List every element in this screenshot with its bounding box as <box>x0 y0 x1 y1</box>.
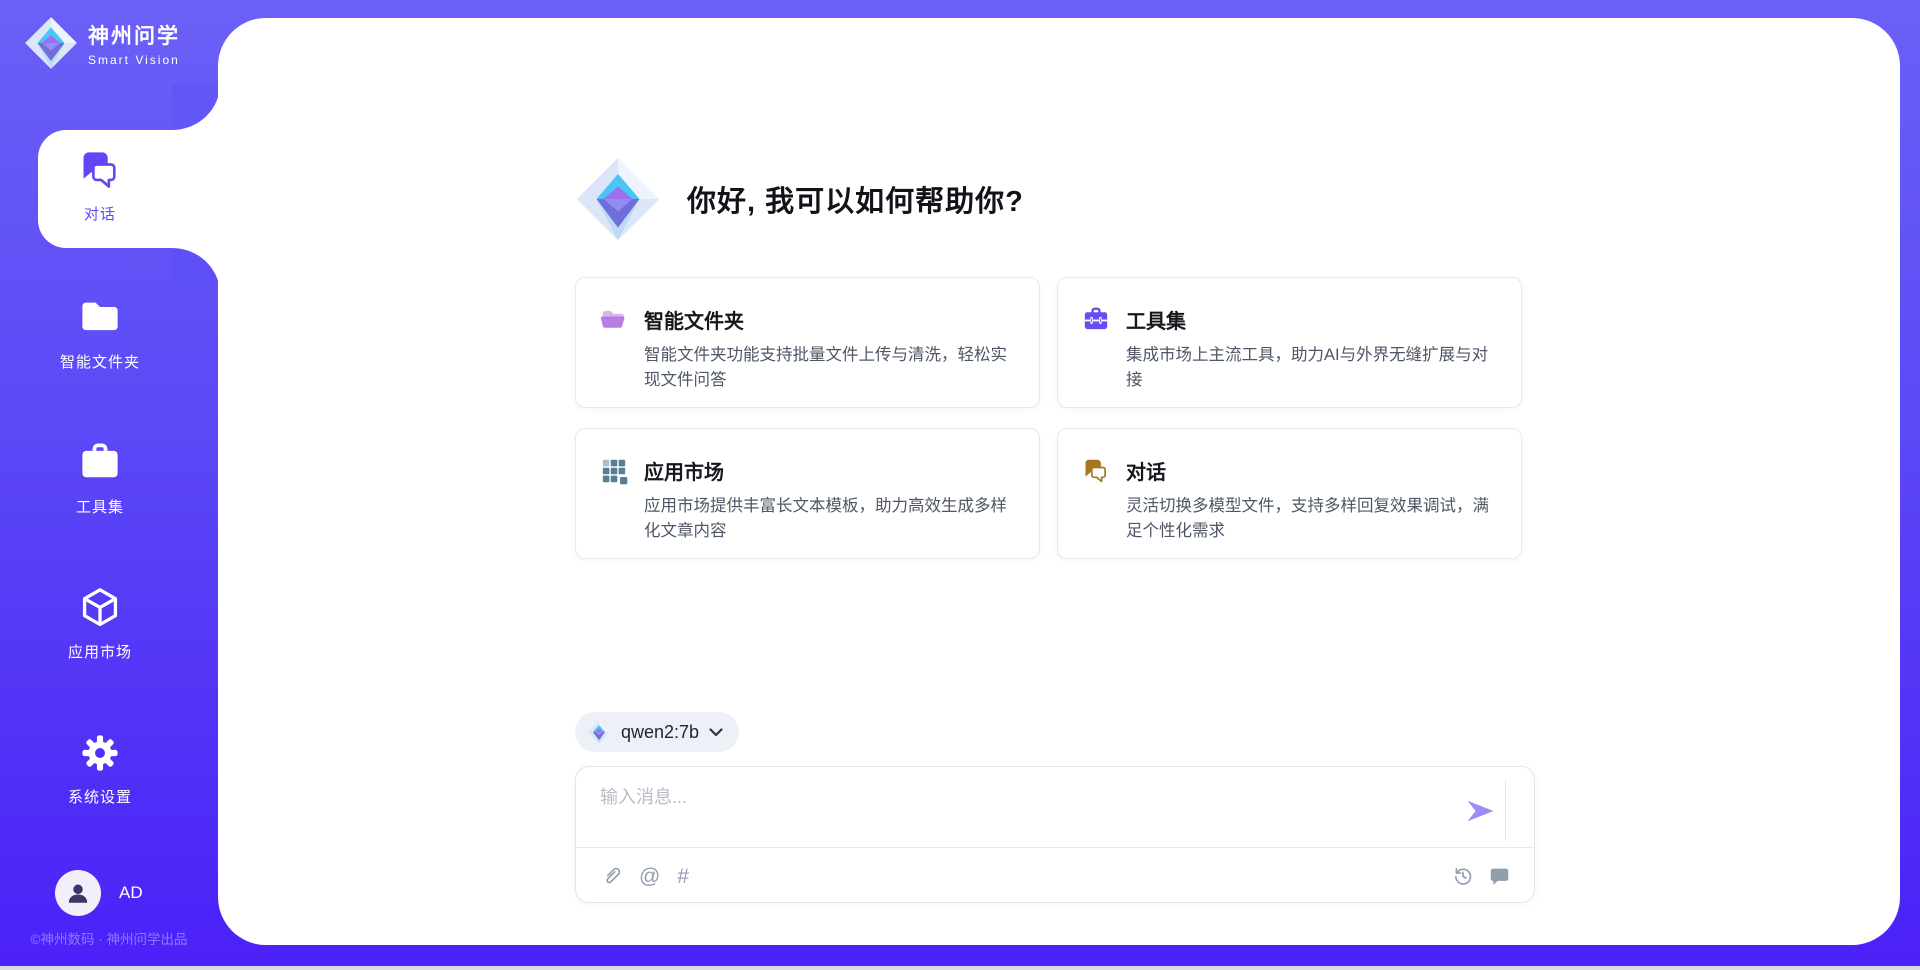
user-account[interactable]: AD <box>55 870 143 916</box>
chevron-down-icon <box>709 728 723 737</box>
avatar <box>55 870 101 916</box>
comment-icon[interactable] <box>1489 866 1510 887</box>
model-diamond-icon <box>587 720 611 744</box>
main-panel: 你好, 我可以如何帮助你? 智能文件夹 智能文件夹功能支持批量文件上传与清洗，轻… <box>218 18 1900 945</box>
window-bottom-edge <box>0 966 1920 970</box>
sidebar-item-label: 系统设置 <box>0 786 200 807</box>
briefcase-icon <box>1082 306 1110 334</box>
brand-logo: 神州问学 Smart Vision <box>24 16 180 70</box>
history-icon[interactable] <box>1452 865 1474 887</box>
greeting-title: 你好, 我可以如何帮助你? <box>687 178 1024 220</box>
sidebar-item-label: 工具集 <box>0 496 200 517</box>
card-description: 灵活切换多模型文件，支持多样回复效果调试，满足个性化需求 <box>1126 494 1495 544</box>
folder-open-icon <box>600 306 628 334</box>
card-title: 对话 <box>1126 456 1166 485</box>
model-selector[interactable]: qwen2:7b <box>575 712 739 752</box>
gear-icon <box>78 731 122 775</box>
sidebar-item-chat[interactable]: 对话 <box>0 148 200 224</box>
greeting: 你好, 我可以如何帮助你? <box>575 156 1024 242</box>
assistant-diamond-icon <box>575 156 661 242</box>
brand-name: 神州问学 <box>88 20 180 50</box>
person-icon <box>65 880 91 906</box>
hashtag-icon[interactable]: # <box>677 866 689 887</box>
sidebar-item-label: 对话 <box>0 203 200 224</box>
composer-toolbar: @ # <box>600 860 1510 892</box>
card-smart-folder[interactable]: 智能文件夹 智能文件夹功能支持批量文件上传与清洗，轻松实现文件问答 <box>575 277 1040 408</box>
sidebar-item-app-market[interactable]: 应用市场 <box>0 586 200 662</box>
user-name: AD <box>119 883 143 903</box>
sidebar-item-label: 智能文件夹 <box>0 351 200 372</box>
briefcase-icon <box>78 441 122 485</box>
card-app-market[interactable]: 应用市场 应用市场提供丰富长文本模板，助力高效生成多样化文章内容 <box>575 428 1040 559</box>
card-description: 集成市场上主流工具，助力AI与外界无缝扩展与对接 <box>1126 343 1495 393</box>
sidebar-item-label: 应用市场 <box>0 641 200 662</box>
message-input[interactable] <box>600 783 1450 841</box>
card-chat[interactable]: 对话 灵活切换多模型文件，支持多样回复效果调试，满足个性化需求 <box>1057 428 1522 559</box>
sidebar-item-settings[interactable]: 系统设置 <box>0 731 200 807</box>
mention-icon[interactable]: @ <box>639 866 660 887</box>
brand-diamond-icon <box>24 16 78 70</box>
sidebar-item-smart-folder[interactable]: 智能文件夹 <box>0 296 200 372</box>
cube-icon <box>78 586 122 630</box>
tab-fillet-bottom <box>172 248 220 294</box>
composer-divider <box>576 847 1534 848</box>
sidebar: 神州问学 Smart Vision 对话 智能文件夹 工具集 应用市场 系统设置… <box>0 0 218 970</box>
feature-cards: 智能文件夹 智能文件夹功能支持批量文件上传与清洗，轻松实现文件问答 工具集 集成… <box>575 277 1522 559</box>
card-toolset[interactable]: 工具集 集成市场上主流工具，助力AI与外界无缝扩展与对接 <box>1057 277 1522 408</box>
brand-subtitle: Smart Vision <box>88 53 180 67</box>
message-composer: @ # <box>575 766 1535 903</box>
attachment-icon[interactable] <box>600 865 622 887</box>
copyright-footer: ©神州数码 · 神州问学出品 <box>0 928 218 948</box>
chat-icon <box>78 148 122 192</box>
card-title: 应用市场 <box>644 456 724 485</box>
folder-icon <box>78 296 122 340</box>
card-title: 智能文件夹 <box>644 305 744 334</box>
card-title: 工具集 <box>1126 305 1186 334</box>
card-description: 智能文件夹功能支持批量文件上传与清洗，轻松实现文件问答 <box>644 343 1013 393</box>
chat-icon <box>1082 457 1110 485</box>
send-icon[interactable] <box>1464 798 1497 824</box>
tab-fillet-top <box>172 84 220 130</box>
sidebar-item-toolset[interactable]: 工具集 <box>0 441 200 517</box>
composer-divider-vertical <box>1505 779 1506 841</box>
grid-icon <box>600 457 628 485</box>
card-description: 应用市场提供丰富长文本模板，助力高效生成多样化文章内容 <box>644 494 1013 544</box>
model-name: qwen2:7b <box>621 722 699 743</box>
